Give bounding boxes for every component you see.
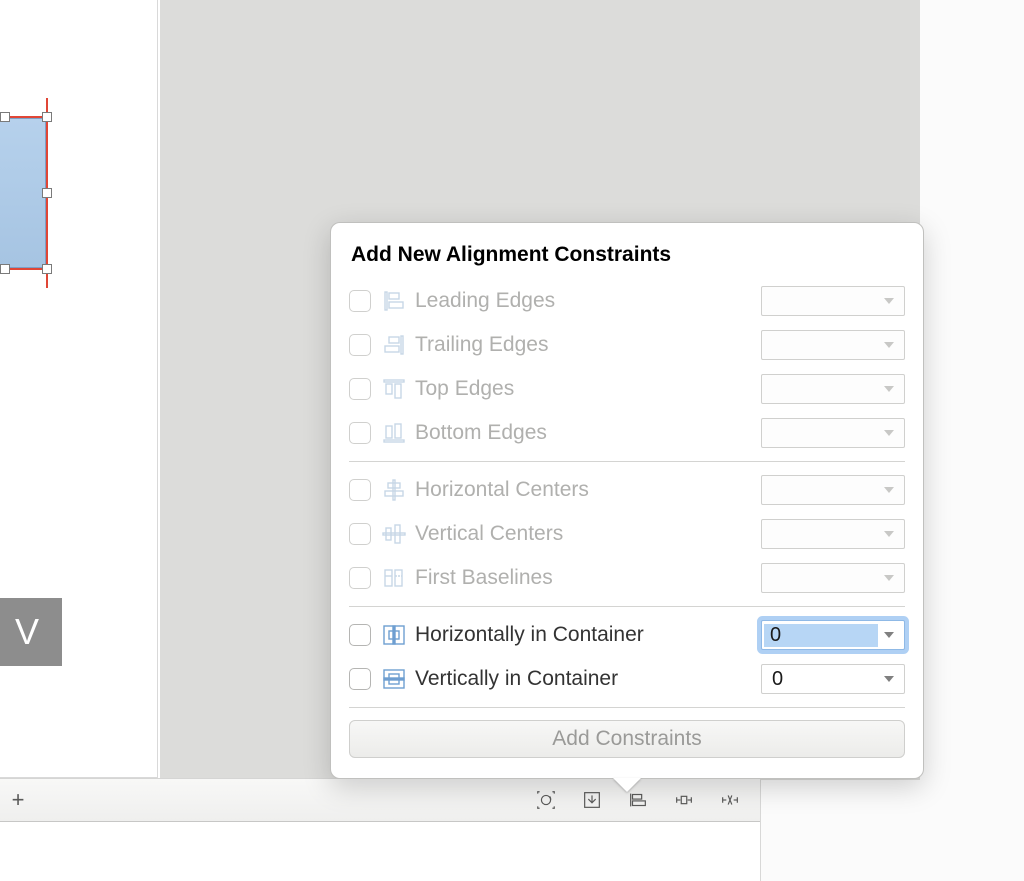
add-constraints-label: Add Constraints — [552, 727, 701, 751]
row-label: Vertically in Container — [415, 667, 761, 691]
vertical-centers-icon — [381, 522, 407, 546]
separator — [349, 461, 905, 462]
vertically-in-container-icon — [381, 667, 407, 691]
resize-handle[interactable] — [42, 188, 52, 198]
chevron-down-icon — [884, 342, 894, 348]
chevron-down-icon — [884, 676, 894, 682]
leading-edges-icon — [381, 289, 407, 313]
row-label: Vertical Centers — [415, 522, 761, 546]
constraint-row-leading: Leading Edges — [349, 279, 905, 323]
partial-button-label: V — [15, 611, 40, 653]
horizontal-centers-icon — [381, 478, 407, 502]
embed-in-icon[interactable] — [580, 788, 604, 812]
resize-handle[interactable] — [0, 112, 10, 122]
horizontally-in-container-icon — [381, 623, 407, 647]
separator — [349, 606, 905, 607]
selected-view-rect[interactable] — [0, 118, 46, 268]
value-combo[interactable] — [761, 563, 905, 593]
checkbox[interactable] — [349, 624, 371, 646]
chevron-down-icon — [884, 531, 894, 537]
separator — [349, 707, 905, 708]
value-combo[interactable] — [761, 475, 905, 505]
checkbox[interactable] — [349, 290, 371, 312]
constraint-row-baselines: First Baselines — [349, 556, 905, 600]
add-constraints-button[interactable]: Add Constraints — [349, 720, 905, 758]
constraint-row-bottom: Bottom Edges — [349, 411, 905, 455]
checkbox[interactable] — [349, 479, 371, 501]
resolve-issues-icon[interactable] — [718, 788, 742, 812]
row-label: Top Edges — [415, 377, 761, 401]
popover-title: Add New Alignment Constraints — [349, 243, 905, 267]
bottom-edges-icon — [381, 421, 407, 445]
constraint-row-vcenters: Vertical Centers — [349, 512, 905, 556]
trailing-edges-icon — [381, 333, 407, 357]
row-label: Trailing Edges — [415, 333, 761, 357]
value-combo[interactable] — [761, 418, 905, 448]
chevron-down-icon — [884, 487, 894, 493]
row-label: Leading Edges — [415, 289, 761, 313]
row-label: First Baselines — [415, 566, 761, 590]
row-label: Horizontally in Container — [415, 623, 761, 647]
add-icon[interactable]: + — [4, 786, 32, 814]
value-combo[interactable] — [761, 374, 905, 404]
constraint-row-v-in-container: Vertically in Container 0 — [349, 657, 905, 701]
chevron-down-icon — [884, 298, 894, 304]
value-combo[interactable] — [761, 286, 905, 316]
canvas-bottom-bar: + — [0, 778, 760, 822]
constraint-row-h-in-container: Horizontally in Container 0 — [349, 613, 905, 657]
checkbox[interactable] — [349, 523, 371, 545]
value-combo[interactable] — [761, 519, 905, 549]
chevron-down-icon — [884, 632, 894, 638]
selected-view[interactable] — [0, 98, 50, 288]
constraint-row-top: Top Edges — [349, 367, 905, 411]
checkbox[interactable] — [349, 334, 371, 356]
chevron-down-icon — [884, 430, 894, 436]
resize-handle[interactable] — [42, 264, 52, 274]
constraint-row-hcenters: Horizontal Centers — [349, 468, 905, 512]
checkbox[interactable] — [349, 422, 371, 444]
checkbox[interactable] — [349, 668, 371, 690]
resize-handle[interactable] — [0, 264, 10, 274]
update-frames-icon[interactable] — [534, 788, 558, 812]
first-baselines-icon — [381, 566, 407, 590]
row-label: Bottom Edges — [415, 421, 761, 445]
value-combo[interactable]: 0 — [761, 664, 905, 694]
top-edges-icon — [381, 377, 407, 401]
pin-icon[interactable] — [672, 788, 696, 812]
value-combo[interactable] — [761, 330, 905, 360]
resize-handle[interactable] — [42, 112, 52, 122]
chevron-down-icon — [884, 386, 894, 392]
checkbox[interactable] — [349, 378, 371, 400]
checkbox[interactable] — [349, 567, 371, 589]
constraint-row-trailing: Trailing Edges — [349, 323, 905, 367]
value-combo[interactable]: 0 — [761, 620, 905, 650]
partial-button[interactable]: V — [0, 598, 62, 666]
align-popover: Add New Alignment Constraints Leading Ed… — [330, 222, 924, 779]
row-label: Horizontal Centers — [415, 478, 761, 502]
popover-arrow — [613, 778, 641, 792]
chevron-down-icon — [884, 575, 894, 581]
